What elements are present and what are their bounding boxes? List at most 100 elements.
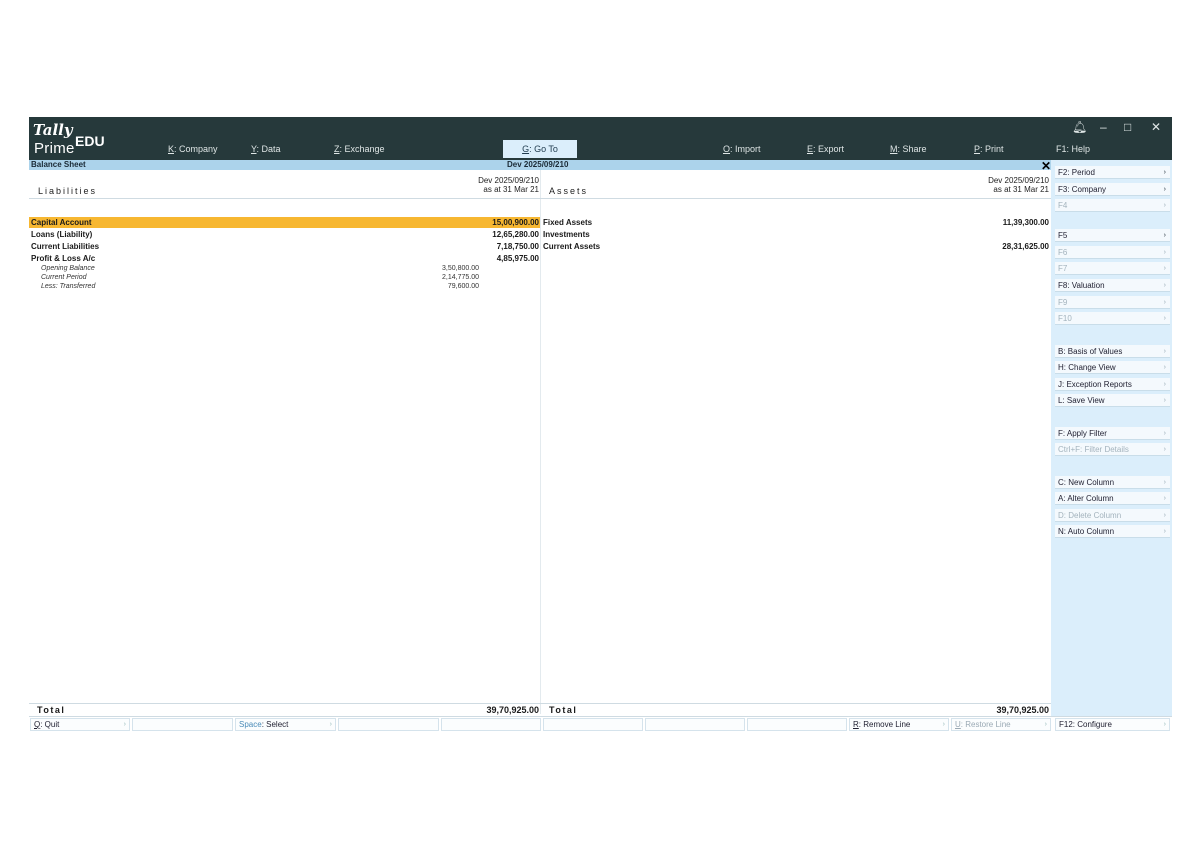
chevron-right-icon: › <box>1163 265 1166 272</box>
subrow-amount: 3,50,800.00 <box>442 265 479 272</box>
menu-data[interactable]: Y: Data <box>251 144 281 154</box>
sidebar-button-f2-period[interactable]: F2: Period › <box>1055 166 1170 179</box>
row-amount: 28,31,625.00 <box>1002 242 1049 251</box>
sidebar-button-label: B: Basis of Values <box>1058 347 1123 356</box>
bottom-empty-4[interactable] <box>543 718 643 731</box>
pnl-subrow-current: Current Period 2,14,775.00 <box>29 273 540 282</box>
chevron-right-icon: › <box>1163 397 1166 404</box>
chevron-right-icon: › <box>1163 249 1166 256</box>
chevron-right-icon: › <box>329 721 332 728</box>
menu-exchange[interactable]: Z: Exchange <box>334 144 385 154</box>
sidebar-button-f7[interactable]: F7 › <box>1055 262 1170 275</box>
remove-line-button[interactable]: R: Remove Line › <box>849 718 949 731</box>
configure-button[interactable]: F12: Configure › <box>1055 718 1170 731</box>
sidebar-button-f5[interactable]: F5 › <box>1055 229 1170 242</box>
sidebar-button-f9[interactable]: F9 › <box>1055 296 1170 309</box>
bottom-empty-3[interactable] <box>441 718 541 731</box>
subrow-label: Current Period <box>41 274 87 281</box>
close-icon[interactable]: ✕ <box>1151 120 1161 134</box>
row-amount: 11,39,300.00 <box>1002 218 1049 227</box>
row-amount: 15,00,900.00 <box>492 218 539 227</box>
assets-period: as at 31 Mar 21 <box>993 185 1049 194</box>
chevron-right-icon: › <box>1163 299 1166 306</box>
help-menu[interactable]: F1: Help <box>1056 144 1090 154</box>
bottom-button-bar: Q: Quit › Space: Select › R: Remove Line › … <box>29 716 1172 732</box>
sidebar-button-f8-valuation[interactable]: F8: Valuation › <box>1055 279 1170 292</box>
sidebar-button-j-exception-reports[interactable]: J: Exception Reports › <box>1055 378 1170 391</box>
sidebar-button-label: L: Save View <box>1058 396 1105 405</box>
sidebar-button-label: F: Apply Filter <box>1058 429 1107 438</box>
chevron-right-icon: › <box>1163 381 1166 388</box>
sidebar-button-h-change-view[interactable]: H: Change View › <box>1055 361 1170 374</box>
bottom-empty-5[interactable] <box>645 718 745 731</box>
liability-row-capital[interactable]: Capital Account 15,00,900.00 <box>29 217 540 228</box>
row-label: Capital Account <box>31 218 92 227</box>
liabilities-total-label: Total <box>37 705 66 715</box>
select-button[interactable]: Space: Select › <box>235 718 336 731</box>
goto-button[interactable]: G: Go To <box>503 140 577 158</box>
sidebar-button-ctrl-f-filter-details[interactable]: Ctrl+F: Filter Details › <box>1055 443 1170 456</box>
sidebar-button-a-alter-column[interactable]: A: Alter Column › <box>1055 492 1170 505</box>
sidebar-button-f4[interactable]: F4 › <box>1055 199 1170 212</box>
report-title-strip: Balance Sheet Dev 2025/09/210 <box>29 160 1051 170</box>
sidebar-button-f-apply-filter[interactable]: F: Apply Filter › <box>1055 427 1170 440</box>
sidebar-button-l-save-view[interactable]: L: Save View › <box>1055 394 1170 407</box>
restore-line-button[interactable]: U: Restore Line › <box>951 718 1051 731</box>
row-amount: 4,85,975.00 <box>496 254 539 263</box>
chevron-right-icon: › <box>1163 512 1166 519</box>
menu-import[interactable]: O: Import <box>723 144 761 154</box>
sidebar-button-label: A: Alter Column <box>1058 494 1114 503</box>
chevron-right-icon: › <box>1163 479 1166 486</box>
row-label: Profit & Loss A/c <box>31 254 96 263</box>
liability-row-pnl[interactable]: Profit & Loss A/c 4,85,975.00 <box>29 253 540 264</box>
sidebar-button-label: N: Auto Column <box>1058 527 1115 536</box>
liability-row-loans[interactable]: Loans (Liability) 12,65,280.00 <box>29 229 540 240</box>
sidebar-button-label: F8: Valuation <box>1058 281 1105 290</box>
liabilities-period: as at 31 Mar 21 <box>483 185 539 194</box>
chevron-right-icon: › <box>1163 495 1166 502</box>
asset-row-current[interactable]: Current Assets 28,31,625.00 <box>541 241 1051 252</box>
menu-print[interactable]: P: Print <box>974 144 1004 154</box>
sidebar-button-f3-company[interactable]: F3: Company › <box>1055 183 1170 196</box>
balance-sheet-report: Liabilities Dev 2025/09/210 as at 31 Mar… <box>29 170 1051 714</box>
remove-line-label: : Remove Line <box>858 720 911 729</box>
quit-button[interactable]: Q: Quit › <box>30 718 130 731</box>
restore-icon[interactable]: □ <box>1124 120 1131 134</box>
row-label: Current Assets <box>543 242 601 251</box>
select-label: : Select <box>261 720 289 729</box>
sidebar-button-label: F7 <box>1058 264 1068 273</box>
sidebar-button-label: H: Change View <box>1058 363 1116 372</box>
restore-line-label: : Restore Line <box>960 720 1011 729</box>
subrow-amount: 79,600.00 <box>447 283 479 290</box>
logo-brand: Tally <box>33 121 73 139</box>
row-label: Fixed Assets <box>543 218 593 227</box>
sidebar-button-c-new-column[interactable]: C: New Column › <box>1055 476 1170 489</box>
menu-share[interactable]: M: Share <box>890 144 927 154</box>
sidebar-button-f6[interactable]: F6 › <box>1055 246 1170 259</box>
chevron-right-icon: › <box>942 721 945 728</box>
subrow-label: Opening Balance <box>41 265 95 272</box>
bottom-empty-2[interactable] <box>338 718 439 731</box>
menu-company[interactable]: K: Company <box>168 144 218 154</box>
bell-icon[interactable]: 🔔︎ <box>1072 120 1087 134</box>
minimize-icon[interactable]: – <box>1100 120 1107 134</box>
bottom-empty-6[interactable] <box>747 718 847 731</box>
row-label: Investments <box>543 230 590 239</box>
sidebar-button-f10[interactable]: F10 › <box>1055 312 1170 325</box>
sidebar-button-b-basis-of-values[interactable]: B: Basis of Values › <box>1055 345 1170 358</box>
menu-export[interactable]: E: Export <box>807 144 844 154</box>
sidebar-button-label: F5 <box>1058 231 1068 240</box>
sidebar-button-d-delete-column[interactable]: D: Delete Column › <box>1055 509 1170 522</box>
chevron-right-icon: › <box>1163 232 1166 239</box>
asset-row-fixed[interactable]: Fixed Assets 11,39,300.00 <box>541 217 1051 228</box>
right-button-panel: F2: Period › F3: Company › F4 › F5 › F6 › F7 › F8: V… <box>1051 160 1172 716</box>
select-key: Space <box>239 720 262 729</box>
chevron-right-icon: › <box>1163 315 1166 322</box>
liabilities-period-header: Dev 2025/09/210 as at 31 Mar 21 <box>429 176 539 194</box>
assets-total: 39,70,925.00 <box>996 705 1049 715</box>
chevron-right-icon: › <box>1163 348 1166 355</box>
bottom-empty-1[interactable] <box>132 718 233 731</box>
asset-row-investments[interactable]: Investments <box>541 229 1051 240</box>
liability-row-current[interactable]: Current Liabilities 7,18,750.00 <box>29 241 540 252</box>
sidebar-button-n-auto-column[interactable]: N: Auto Column › <box>1055 525 1170 538</box>
